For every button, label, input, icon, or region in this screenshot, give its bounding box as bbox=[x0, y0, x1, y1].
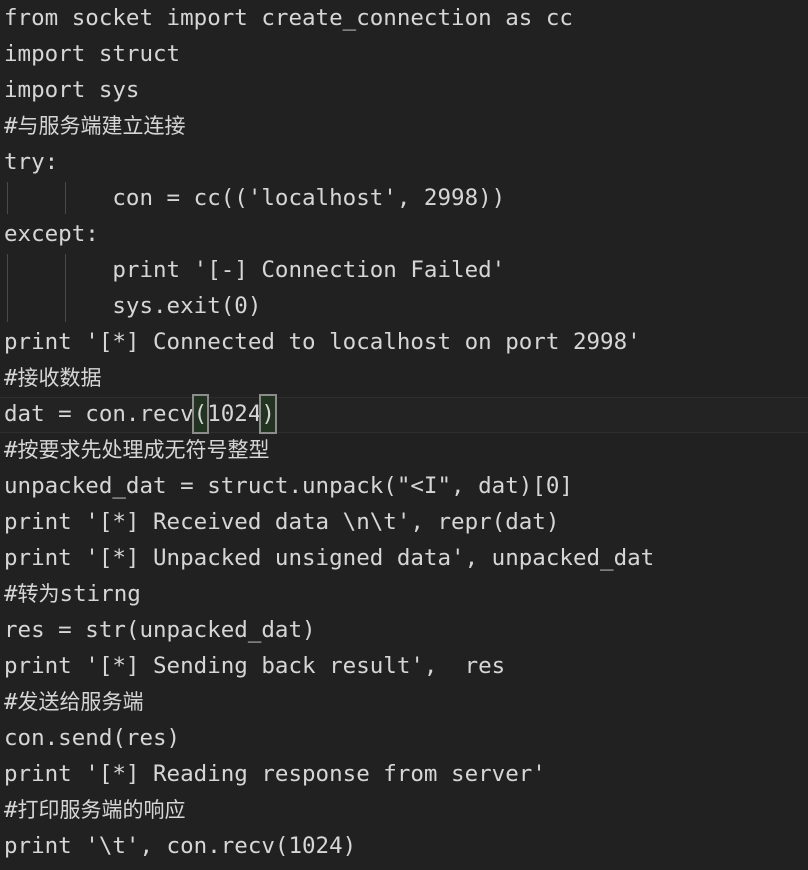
code-text-cjk: 接收数据 bbox=[17, 366, 102, 390]
code-line[interactable]: #与服务端建立连接 bbox=[0, 108, 808, 144]
code-text-cjk: 与服务端建立连接 bbox=[17, 114, 186, 138]
code-text: # bbox=[4, 689, 18, 715]
code-line[interactable]: sys.exit(0) bbox=[0, 288, 808, 324]
code-line[interactable]: print '\t', con.recv(1024) bbox=[0, 828, 808, 864]
code-line[interactable]: #接收数据 bbox=[0, 360, 808, 396]
code-line[interactable]: print '[*] Reading response from server' bbox=[0, 756, 808, 792]
code-text: print '[-] Connection Failed' bbox=[4, 257, 506, 283]
code-line[interactable]: from socket import create_connection as … bbox=[0, 0, 808, 36]
code-line[interactable]: print '[-] Connection Failed' bbox=[0, 252, 808, 288]
code-line[interactable]: try: bbox=[0, 144, 808, 180]
code-line[interactable]: import sys bbox=[0, 72, 808, 108]
code-text: unpacked_dat = struct.unpack("<I", dat)[… bbox=[4, 473, 573, 499]
code-text: except: bbox=[4, 221, 99, 247]
code-text: # bbox=[4, 113, 18, 139]
code-line[interactable]: print '[*] Received data \n\t', repr(dat… bbox=[0, 504, 808, 540]
code-text: # bbox=[4, 581, 18, 607]
code-line[interactable]: except: bbox=[0, 216, 808, 252]
code-text: con = cc(('localhost', 2998)) bbox=[4, 185, 506, 211]
code-text-cjk: 发送给服务端 bbox=[17, 690, 144, 714]
code-text: print '[*] Received data \n\t', repr(dat… bbox=[4, 509, 560, 535]
code-text: # bbox=[4, 365, 18, 391]
code-text: import sys bbox=[4, 77, 140, 103]
code-line[interactable]: print '[*] Unpacked unsigned data', unpa… bbox=[0, 540, 808, 576]
code-line[interactable]: res = str(unpacked_dat) bbox=[0, 612, 808, 648]
code-line[interactable]: #发送给服务端 bbox=[0, 684, 808, 720]
code-text: from socket import create_connection as … bbox=[4, 5, 573, 31]
code-text: stirng bbox=[59, 581, 141, 607]
code-text-cjk: 转为 bbox=[17, 582, 60, 606]
code-text: print '[*] Sending back result', res bbox=[4, 653, 506, 679]
code-line[interactable]: #转为stirng bbox=[0, 576, 808, 612]
code-text: 1024 bbox=[207, 401, 262, 427]
code-text: print '[*] Reading response from server' bbox=[4, 761, 546, 787]
code-line[interactable]: con = cc(('localhost', 2998)) bbox=[0, 180, 808, 216]
code-editor[interactable]: from socket import create_connection as … bbox=[0, 0, 808, 870]
code-text: dat = con.recv bbox=[4, 401, 194, 427]
code-text-cjk: 按要求先处理成无符号整型 bbox=[17, 438, 270, 462]
code-text: res = str(unpacked_dat) bbox=[4, 617, 316, 643]
code-text: import struct bbox=[4, 41, 181, 67]
code-text: # bbox=[4, 797, 18, 823]
code-line[interactable]: import struct bbox=[0, 36, 808, 72]
code-line[interactable]: dat = con.recv(1024) bbox=[0, 394, 808, 434]
code-line[interactable]: #打印服务端的响应 bbox=[0, 792, 808, 828]
code-text: # bbox=[4, 437, 18, 463]
code-text: print '[*] Connected to localhost on por… bbox=[4, 329, 641, 355]
code-line[interactable]: con.send(res) bbox=[0, 720, 808, 756]
code-text: con.send(res) bbox=[4, 725, 181, 751]
code-line[interactable]: unpacked_dat = struct.unpack("<I", dat)[… bbox=[0, 468, 808, 504]
code-line[interactable]: #按要求先处理成无符号整型 bbox=[0, 432, 808, 468]
code-line[interactable]: print '[*] Connected to localhost on por… bbox=[0, 324, 808, 360]
bracket-match-highlight: ) bbox=[259, 394, 277, 434]
code-line[interactable]: print '[*] Sending back result', res bbox=[0, 648, 808, 684]
code-text-cjk: 打印服务端的响应 bbox=[17, 798, 186, 822]
bracket-match-highlight: ( bbox=[191, 394, 210, 434]
code-text: print '[*] Unpacked unsigned data', unpa… bbox=[4, 545, 655, 571]
code-text: print '\t', con.recv(1024) bbox=[4, 833, 357, 859]
code-text: sys.exit(0) bbox=[4, 293, 262, 319]
code-text: try: bbox=[4, 149, 59, 175]
